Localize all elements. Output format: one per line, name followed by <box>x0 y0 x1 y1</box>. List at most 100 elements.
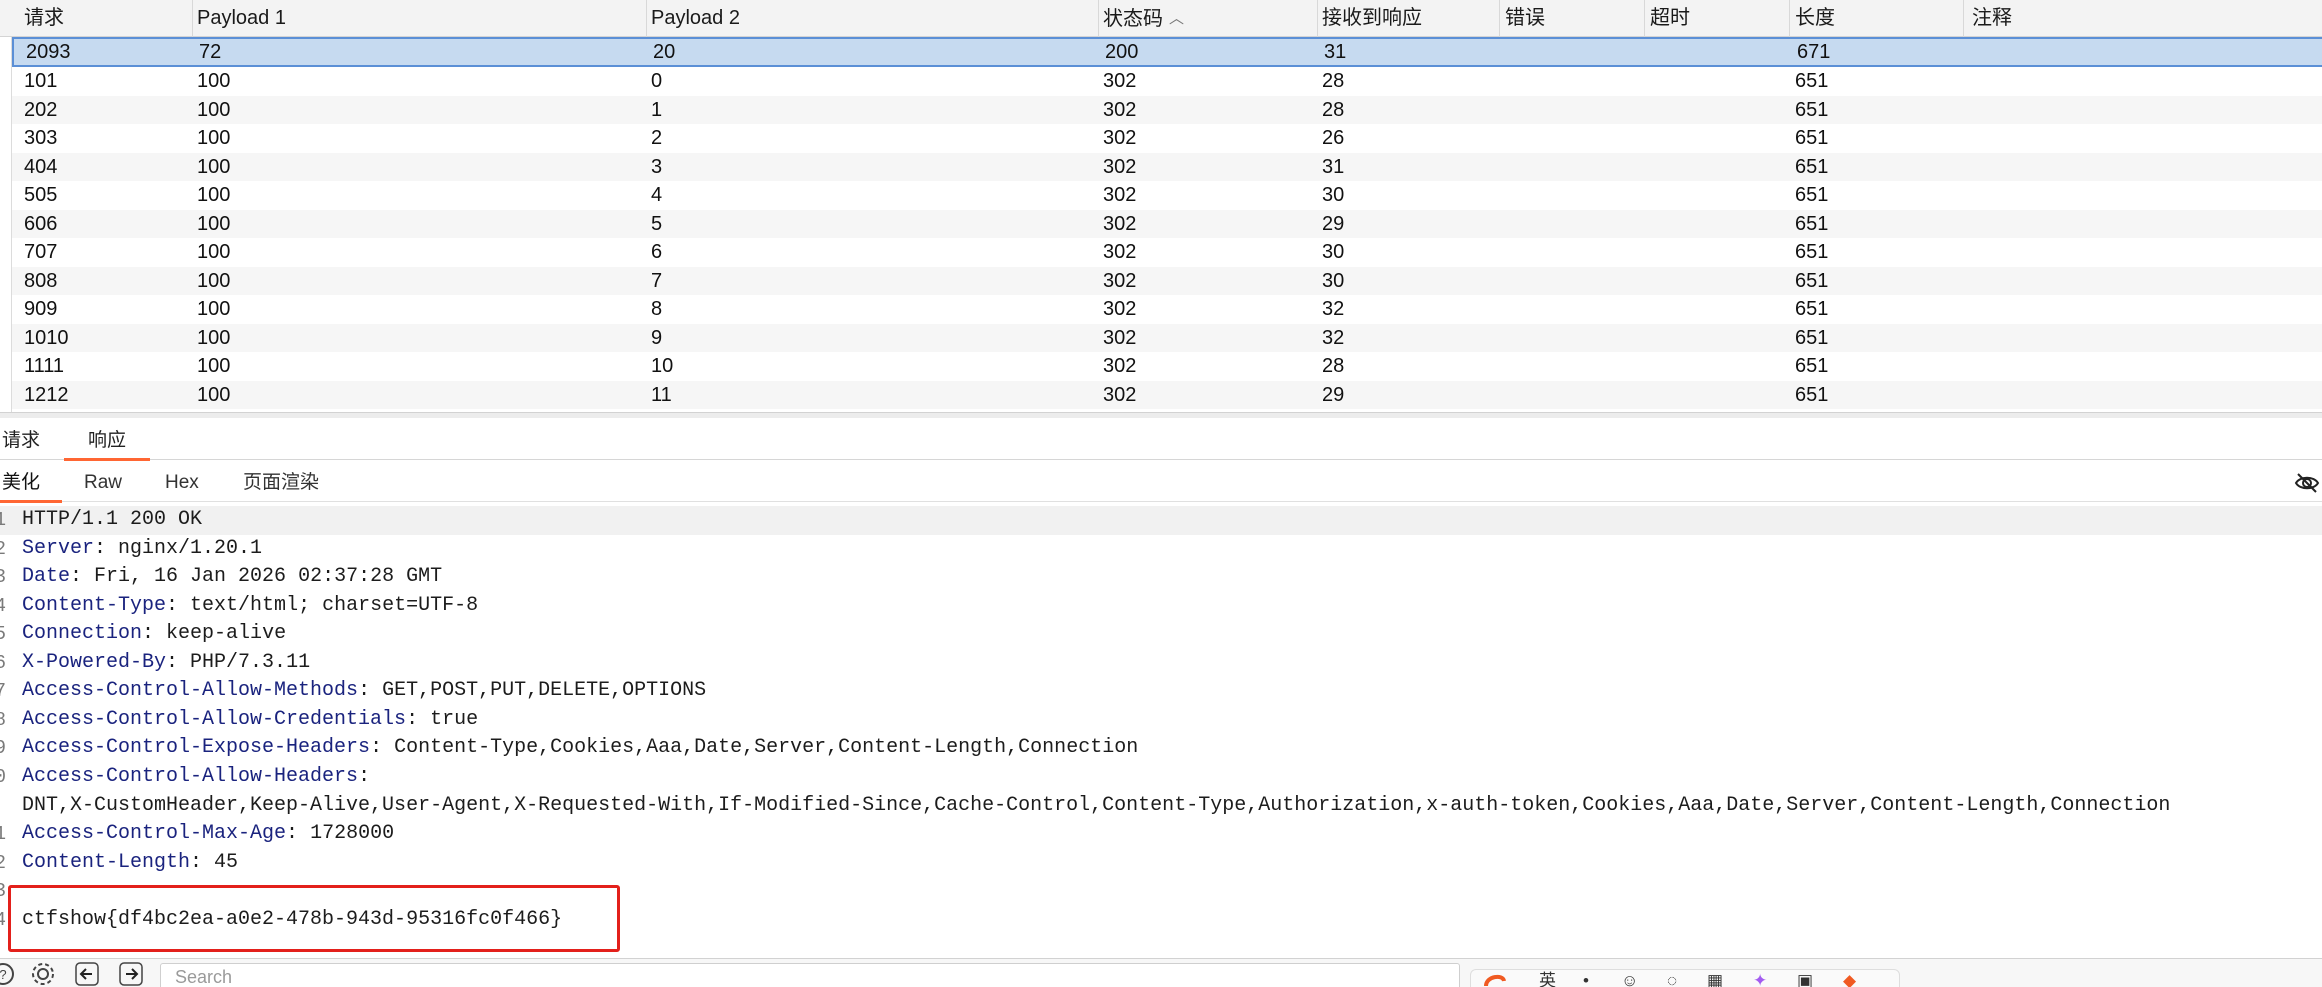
column-header-payload1[interactable]: Payload 1 <box>197 0 286 37</box>
header-value: 1728000 <box>310 822 395 846</box>
gear-icon[interactable] <box>30 961 56 987</box>
cell-status: 302 <box>1103 155 1137 178</box>
cell-request: 808 <box>24 269 58 292</box>
skin-icon[interactable]: ✦ <box>1753 972 1767 987</box>
emoji-icon[interactable]: ☺ <box>1621 972 1638 987</box>
keyboard-icon[interactable]: ▦ <box>1707 972 1723 987</box>
ime-language-toggle[interactable]: 英 <box>1539 972 1556 987</box>
header-value: true <box>430 707 479 731</box>
response-line: 8 Access-Control-Allow-Credentials: true <box>0 706 2322 735</box>
cell-length: 651 <box>1795 383 1829 406</box>
header-separator: : <box>94 536 119 560</box>
help-icon[interactable]: ? <box>0 961 16 987</box>
column-header-status[interactable]: 状态码 ︿ <box>1103 0 1184 37</box>
table-row[interactable]: 303 100 2 302 26 651 <box>12 124 2322 153</box>
cell-received: 30 <box>1322 241 1345 263</box>
tab-render[interactable]: 页面渲染 <box>243 465 319 502</box>
table-row[interactable]: 909 100 8 302 32 651 <box>12 295 2322 324</box>
table-row[interactable]: 1010 100 9 302 32 651 <box>12 323 2322 352</box>
cell-length: 651 <box>1795 212 1829 235</box>
header-separator: : <box>358 764 371 788</box>
header-separator: : <box>370 736 395 760</box>
cell-received: 28 <box>1322 70 1345 92</box>
cell-status: 302 <box>1103 70 1137 92</box>
header-name: Access-Control-Allow-Methods <box>22 679 359 703</box>
cell-received: 32 <box>1322 326 1345 349</box>
tab-pretty[interactable]: 美化 <box>0 465 63 503</box>
cell-payload1: 100 <box>197 70 231 92</box>
cell-request: 1212 <box>24 383 69 406</box>
header-name: Content-Length <box>22 850 191 874</box>
line-content: Access-Control-Max-Age: 1728000 <box>22 820 394 849</box>
cell-request: 707 <box>24 241 58 263</box>
cell-request: 202 <box>24 98 58 121</box>
toolbox-icon[interactable]: ▣ <box>1797 972 1813 987</box>
table-row[interactable]: 808 100 7 302 30 651 <box>12 266 2322 295</box>
line-content: Access-Control-Expose-Headers: Content-T… <box>22 734 1138 763</box>
column-header-comment[interactable]: 注释 <box>1972 0 2012 37</box>
cell-length: 651 <box>1795 98 1829 121</box>
cell-request: 1010 <box>24 326 69 349</box>
header-name: X-Powered-By <box>22 650 167 674</box>
table-row[interactable]: 101 100 0 302 28 651 <box>12 67 2322 96</box>
column-header-length[interactable]: 长度 <box>1795 0 1835 37</box>
column-header-error[interactable]: 错误 <box>1505 0 1545 37</box>
hide-eye-icon[interactable] <box>2294 470 2320 496</box>
tab-request[interactable]: 请求 <box>2 424 40 460</box>
mascot-icon[interactable]: ◆ <box>1843 972 1856 987</box>
tab-hex[interactable]: Hex <box>165 465 199 502</box>
cell-received: 30 <box>1322 269 1345 292</box>
cell-request: 101 <box>24 70 58 92</box>
table-row[interactable]: 404 100 3 302 31 651 <box>12 152 2322 181</box>
tab-raw[interactable]: Raw <box>84 465 122 502</box>
cell-received: 29 <box>1322 212 1345 235</box>
cell-status: 302 <box>1103 127 1137 149</box>
table-row[interactable]: 505 100 4 302 30 651 <box>12 181 2322 210</box>
line-number: 3 <box>0 566 6 589</box>
tab-response[interactable]: 响应 <box>63 424 151 461</box>
table-row[interactable]: 1111 100 10 302 28 651 <box>12 352 2322 381</box>
header-value: keep-alive <box>166 622 287 646</box>
forward-arrow-icon[interactable] <box>118 961 144 987</box>
header-separator: : <box>70 565 95 589</box>
cell-payload2: 3 <box>651 155 663 178</box>
line-number: 6 <box>0 651 6 674</box>
search-field[interactable] <box>160 963 1460 987</box>
column-header-request[interactable]: 请求 <box>24 0 64 37</box>
response-line: 1 Access-Control-Max-Age: 1728000 <box>0 820 2322 849</box>
ime-punctuation-icon[interactable]: • <box>1583 972 1589 987</box>
table-row[interactable]: 606 100 5 302 29 651 <box>12 209 2322 238</box>
cell-payload2: 10 <box>651 355 674 377</box>
header-separator: : <box>190 850 215 874</box>
header-value: DNT,X-CustomHeader,Keep-Alive,User-Agent… <box>22 793 2171 817</box>
column-header-timeout[interactable]: 超时 <box>1650 0 1690 37</box>
column-header-payload2[interactable]: Payload 2 <box>651 0 740 37</box>
cell-request: 2093 <box>26 41 71 63</box>
cell-payload1: 100 <box>197 383 231 406</box>
header-name: Access-Control-Allow-Headers <box>22 764 359 788</box>
cell-payload2: 6 <box>651 241 663 263</box>
table-row[interactable]: 1212 100 11 302 29 651 <box>12 380 2322 409</box>
table-row[interactable]: 202 100 1 302 28 651 <box>12 95 2322 124</box>
cell-received: 26 <box>1322 127 1345 149</box>
table-row[interactable]: 707 100 6 302 30 651 <box>12 238 2322 267</box>
header-name: Connection <box>22 622 143 646</box>
cell-status: 302 <box>1103 383 1137 406</box>
header-value: 45 <box>214 850 239 874</box>
response-editor[interactable]: 1 HTTP/1.1 200 OK 2 Server: nginx/1.20.1 3 Da… <box>0 506 2322 946</box>
microphone-icon[interactable]: ◌ <box>1667 972 1677 987</box>
cell-payload1: 100 <box>197 355 231 377</box>
search-input[interactable] <box>161 964 1459 987</box>
response-line: 5 Connection: keep-alive <box>0 620 2322 649</box>
cell-request: 505 <box>24 184 58 206</box>
line-content: Connection: keep-alive <box>22 620 286 649</box>
sogou-logo-icon[interactable] <box>1483 972 1507 987</box>
cell-payload2: 0 <box>651 70 663 92</box>
cell-received: 31 <box>1322 155 1345 178</box>
table-row-selected[interactable]: 2093 72 20 200 31 671 <box>12 37 2322 67</box>
header-separator: : <box>166 593 191 617</box>
view-mode-tabs: 美化 Raw Hex 页面渲染 <box>0 465 2322 503</box>
back-arrow-icon[interactable] <box>74 961 100 987</box>
table-splitter[interactable] <box>0 412 2322 418</box>
column-header-received[interactable]: 接收到响应 <box>1322 0 1422 37</box>
